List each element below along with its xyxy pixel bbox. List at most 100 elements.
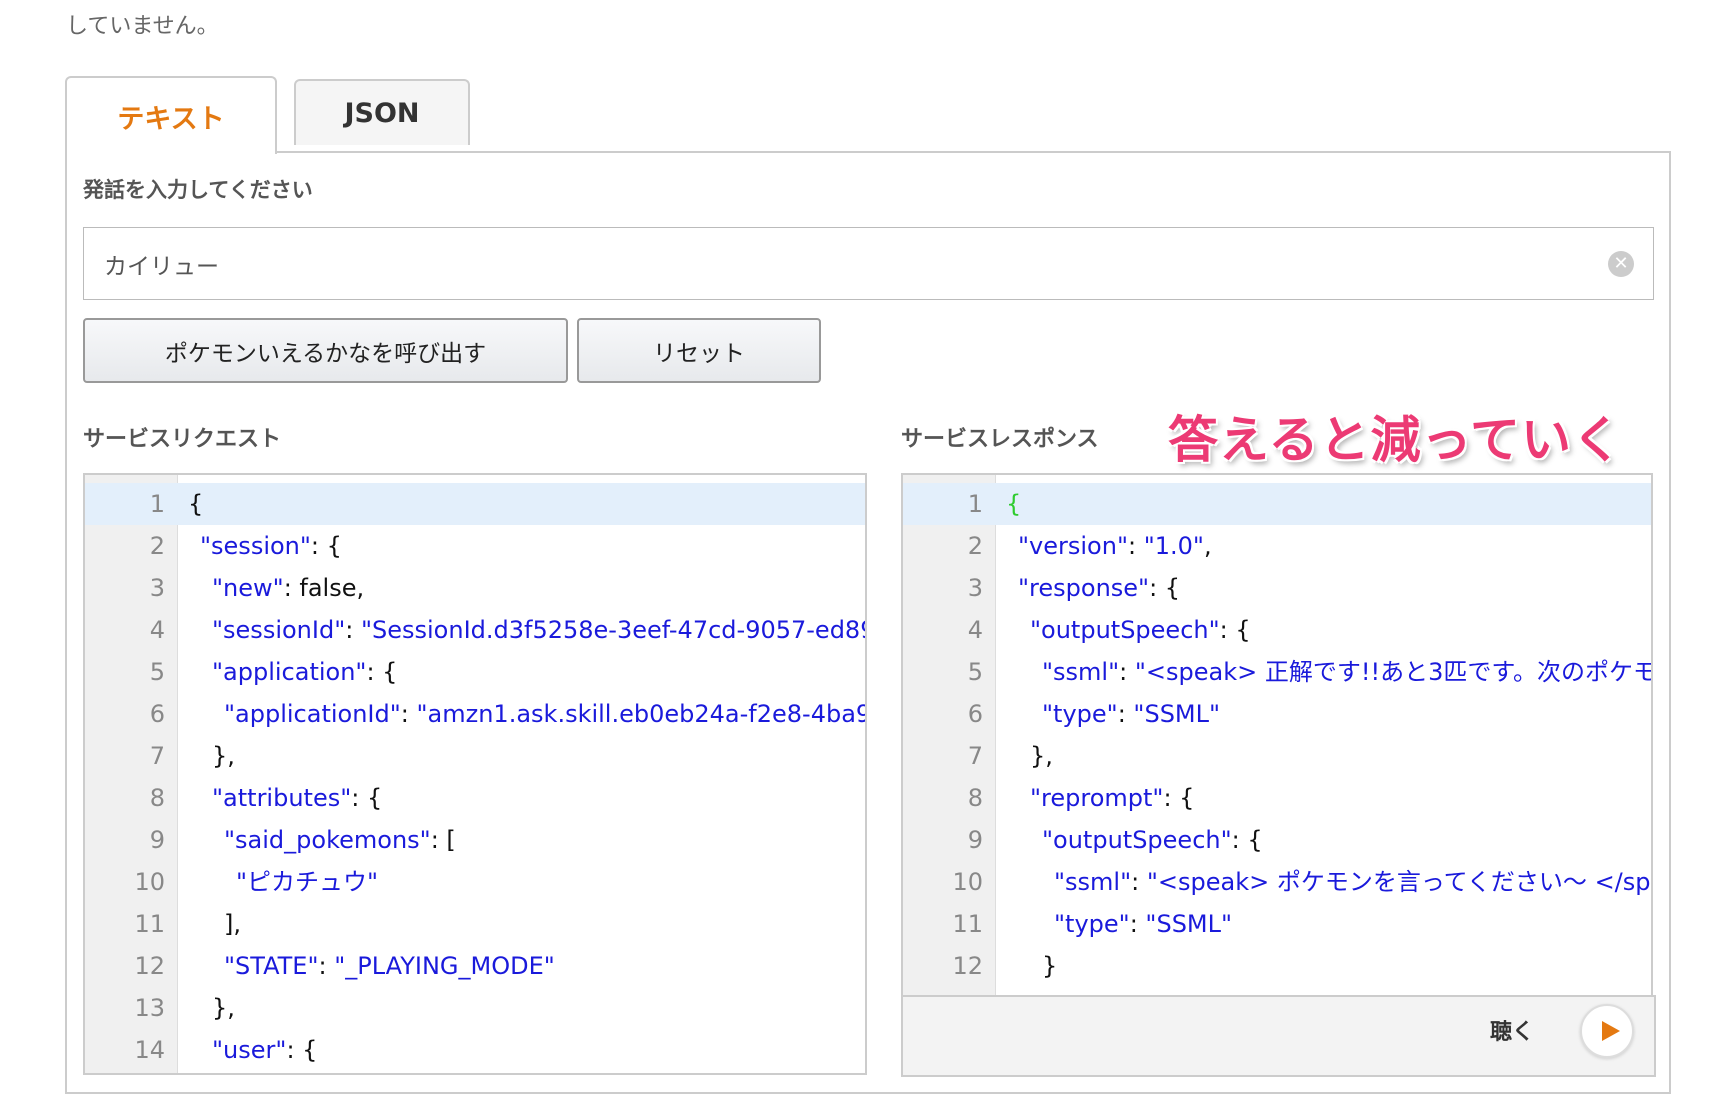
invoke-skill-button[interactable]: ポケモンいえるかなを呼び出す [83, 318, 568, 383]
code-line: 6 "applicationId": "amzn1.ask.skill.eb0eb… [85, 693, 865, 735]
line-number: 8 [967, 784, 983, 812]
line-number: 11 [952, 910, 983, 938]
annotation-text: 答えると減っていく [1168, 411, 1623, 469]
code-token: "<speak> ポケモンを言ってください〜 </speak> [1146, 868, 1651, 896]
code-token: : { [351, 784, 383, 812]
code-token: : [1131, 868, 1147, 896]
reset-button[interactable]: リセット [577, 318, 821, 383]
line-number: 6 [967, 700, 983, 728]
code-token: "new" [212, 574, 284, 602]
request-editor[interactable]: 1{2 "session": { 3 "new": false, 4 "sessionId… [83, 473, 867, 1075]
code-line: 4 "sessionId": "SessionId.d3f5258e-3eef-4… [85, 609, 865, 651]
code-line: 5 "ssml": "<speak> 正解です!!あと3匹です。次のポケモンを [903, 651, 1651, 693]
code-text: "user": { [188, 1029, 317, 1071]
code-token: ], [224, 910, 241, 938]
line-number: 10 [952, 868, 983, 896]
line-number: 12 [952, 952, 983, 980]
code-token: "applicationId" [224, 700, 401, 728]
code-text: "STATE": "_PLAYING_MODE" [188, 945, 555, 987]
code-token: "response" [1018, 574, 1150, 602]
intro-text: していません。 [66, 14, 219, 39]
code-token: "type" [1042, 700, 1118, 728]
code-text: } [1006, 945, 1057, 987]
code-text: "sessionId": "SessionId.d3f5258e-3eef-47… [188, 609, 867, 651]
code-token: "version" [1018, 532, 1128, 560]
code-token: { [1006, 490, 1022, 518]
code-line: 8 "attributes": { [85, 777, 865, 819]
code-token: "amzn1.ask.skill.eb0eb24a-f2e8-4ba9- [416, 700, 867, 728]
code-text: "ssml": "<speak> ポケモンを言ってください〜 </speak> [1006, 861, 1651, 903]
line-number: 7 [967, 742, 983, 770]
code-token: { [188, 490, 204, 518]
code-line: 12 "STATE": "_PLAYING_MODE" [85, 945, 865, 987]
code-token: "_PLAYING_MODE" [334, 952, 555, 980]
response-editor[interactable]: 1{2 "version": "1.0", 3 "response": {4 "outp… [901, 473, 1653, 997]
code-line: 10 "ピカチュウ" [85, 861, 865, 903]
code-text: }, [188, 987, 235, 1029]
code-token: : [ [430, 826, 456, 854]
code-token: }, [212, 742, 235, 770]
line-number: 8 [149, 784, 165, 812]
code-line: 4 "outputSpeech": { [903, 609, 1651, 651]
code-line: 2 "version": "1.0", [903, 525, 1651, 567]
code-token: }, [1030, 742, 1053, 770]
utterance-label: 発話を入力してください [83, 178, 313, 202]
tab-json[interactable]: JSON [294, 79, 470, 145]
code-token: : { [1219, 616, 1251, 644]
code-token: : { [1231, 826, 1263, 854]
code-token: : [1129, 910, 1146, 938]
code-text: ], [188, 903, 241, 945]
code-line: 11], [85, 903, 865, 945]
code-line: 11 "type": "SSML" [903, 903, 1651, 945]
code-token: : { [1163, 784, 1195, 812]
code-line: 2 "session": { [85, 525, 865, 567]
code-token: "1.0" [1143, 532, 1204, 560]
service-response-heading: サービスレスポンス [901, 427, 1099, 452]
code-text: "type": "SSML" [1006, 693, 1220, 735]
code-token: "SSML" [1133, 700, 1221, 728]
code-text: "reprompt": { [1006, 777, 1194, 819]
code-line: 7}, [85, 735, 865, 777]
code-token: , [1203, 532, 1212, 560]
code-token: : [400, 700, 417, 728]
code-token: "session" [200, 532, 311, 560]
code-token: : [1117, 700, 1134, 728]
code-token: }, [212, 994, 235, 1022]
code-token: "ssml" [1042, 658, 1120, 686]
clear-icon[interactable]: ✕ [1608, 251, 1634, 277]
line-number: 9 [149, 826, 165, 854]
code-token: "<speak> 正解です!!あと3匹です。次のポケモンを [1134, 658, 1653, 686]
code-text: "response": { [1006, 567, 1180, 609]
line-number: 14 [134, 1036, 165, 1064]
code-token: : [1127, 532, 1144, 560]
code-line: 3 "new": false, [85, 567, 865, 609]
line-number: 2 [967, 532, 983, 560]
code-token: : false, [283, 574, 365, 602]
code-token: : [345, 616, 361, 644]
code-text: "type": "SSML" [1006, 903, 1232, 945]
code-text: { [1006, 483, 1021, 525]
service-request-heading: サービスリクエスト [83, 427, 282, 452]
code-token: : { [1149, 574, 1181, 602]
code-line: 10 "ssml": "<speak> ポケモンを言ってください〜 </speak… [903, 861, 1651, 903]
listen-label: 聴く [1490, 1020, 1535, 1045]
utterance-input[interactable] [83, 227, 1654, 300]
code-line: 1{ [903, 483, 1651, 525]
play-icon[interactable] [1580, 1004, 1634, 1058]
code-line: 5 "application": { [85, 651, 865, 693]
line-number: 9 [967, 826, 983, 854]
line-number: 10 [134, 868, 165, 896]
line-number: 6 [149, 700, 165, 728]
code-line: 1{ [85, 483, 865, 525]
code-token: "SessionId.d3f5258e-3eef-47cd-9057-ed89 [360, 616, 867, 644]
line-number: 4 [967, 616, 983, 644]
code-line: 9 "outputSpeech": { [903, 819, 1651, 861]
code-token: : { [366, 658, 398, 686]
tab-text[interactable]: テキスト [65, 76, 277, 154]
code-token: "STATE" [224, 952, 319, 980]
line-number: 11 [134, 910, 165, 938]
line-number: 5 [967, 658, 983, 686]
line-number: 3 [149, 574, 165, 602]
code-text: "outputSpeech": { [1006, 609, 1251, 651]
code-line: 14 "user": { [85, 1029, 865, 1071]
